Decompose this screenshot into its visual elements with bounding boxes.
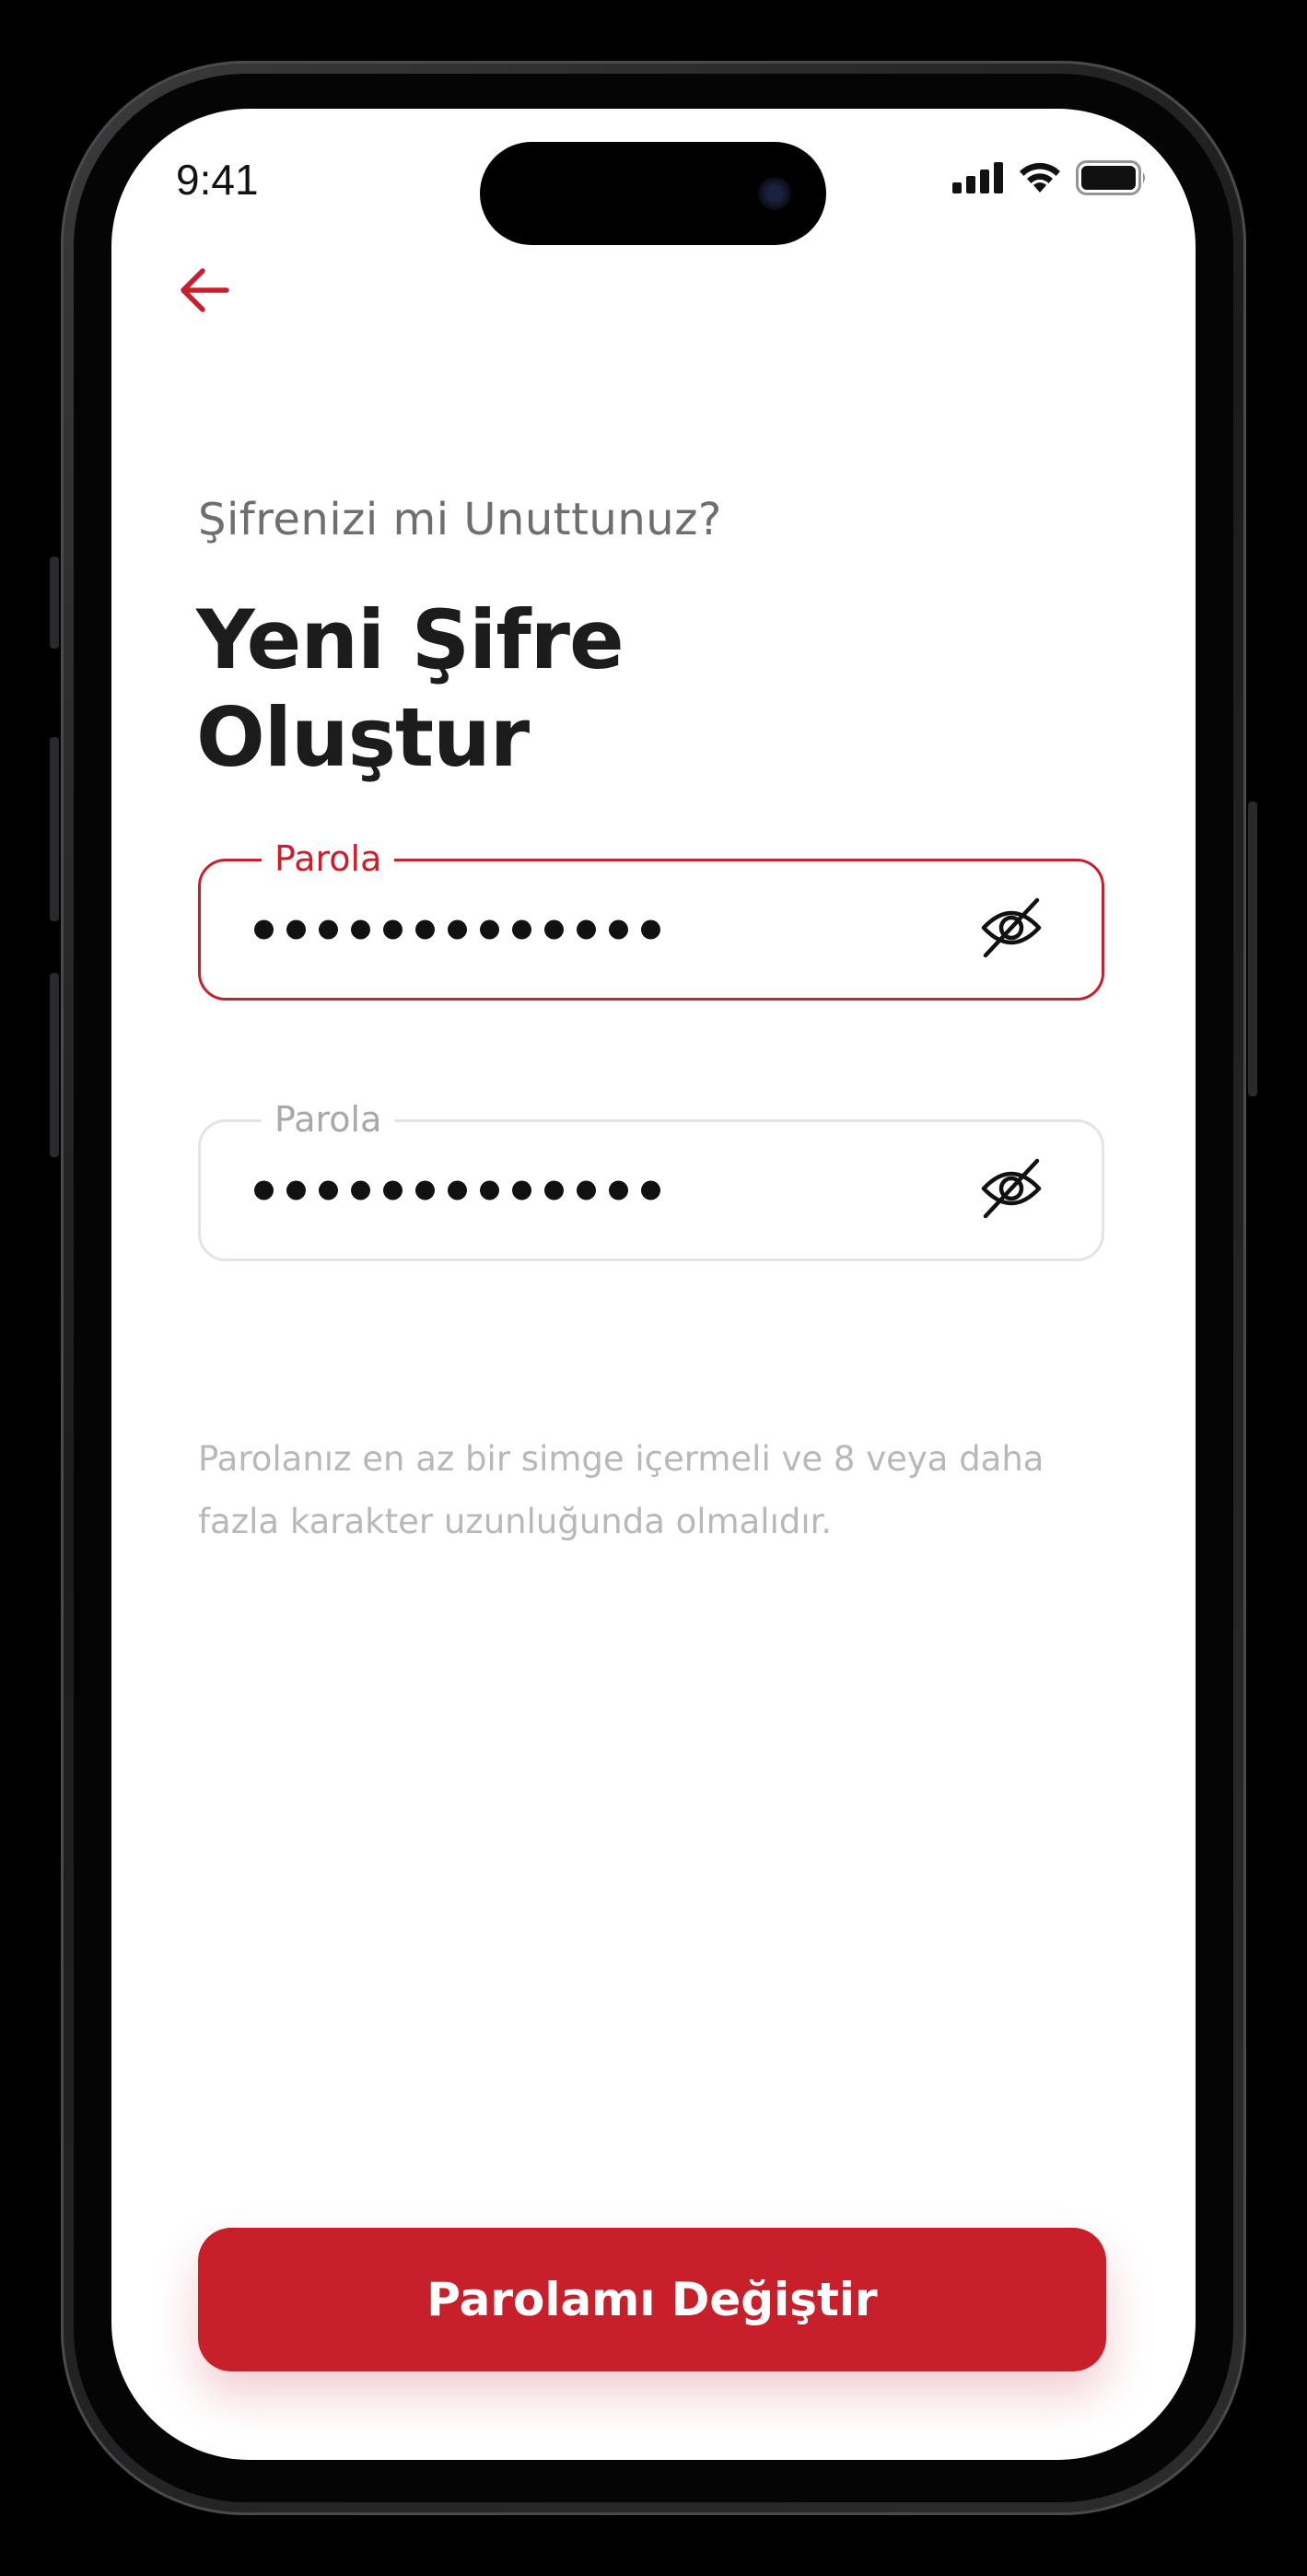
new-password-masked-value xyxy=(254,919,660,940)
page-title-line-1: Yeni Şifre xyxy=(196,592,624,687)
arrow-left-icon xyxy=(179,267,230,318)
new-password-label: Parola xyxy=(262,837,395,880)
confirm-password-masked-value xyxy=(254,1180,660,1200)
battery-icon xyxy=(1076,160,1148,200)
action-button xyxy=(50,556,59,649)
app-screen: 9:41 Şifrenizi mi Unuttunuz? Yeni Şifre … xyxy=(111,109,1196,2460)
new-password-field[interactable]: Parola xyxy=(198,837,1104,1001)
page-title: Yeni Şifre Oluştur xyxy=(196,591,624,787)
cellular-signal-icon xyxy=(952,162,1004,198)
show-confirm-password-toggle[interactable] xyxy=(976,1155,1046,1225)
device-stage: 9:41 Şifrenizi mi Unuttunuz? Yeni Şifre … xyxy=(0,0,1307,2576)
wifi-icon xyxy=(1017,161,1063,199)
status-time: 9:41 xyxy=(176,156,259,204)
power-button xyxy=(1248,802,1257,1096)
page-title-line-2: Oluştur xyxy=(196,690,530,785)
eye-off-icon xyxy=(978,895,1044,966)
dynamic-island xyxy=(480,142,826,245)
password-requirements-hint: Parolanız en az bir simge içermeli ve 8 … xyxy=(198,1439,1044,1541)
change-password-button[interactable]: Parolamı Değiştir xyxy=(198,2228,1106,2371)
volume-up-button xyxy=(50,737,59,921)
status-icons xyxy=(952,160,1148,200)
show-password-toggle[interactable] xyxy=(976,895,1046,965)
confirm-password-label: Parola xyxy=(262,1098,395,1141)
page-subtitle: Şifrenizi mi Unuttunuz? xyxy=(198,494,722,545)
volume-down-button xyxy=(50,973,59,1157)
back-button[interactable] xyxy=(172,260,237,324)
front-camera xyxy=(758,177,791,210)
eye-off-icon xyxy=(978,1155,1044,1226)
confirm-password-field[interactable]: Parola xyxy=(198,1098,1104,1261)
